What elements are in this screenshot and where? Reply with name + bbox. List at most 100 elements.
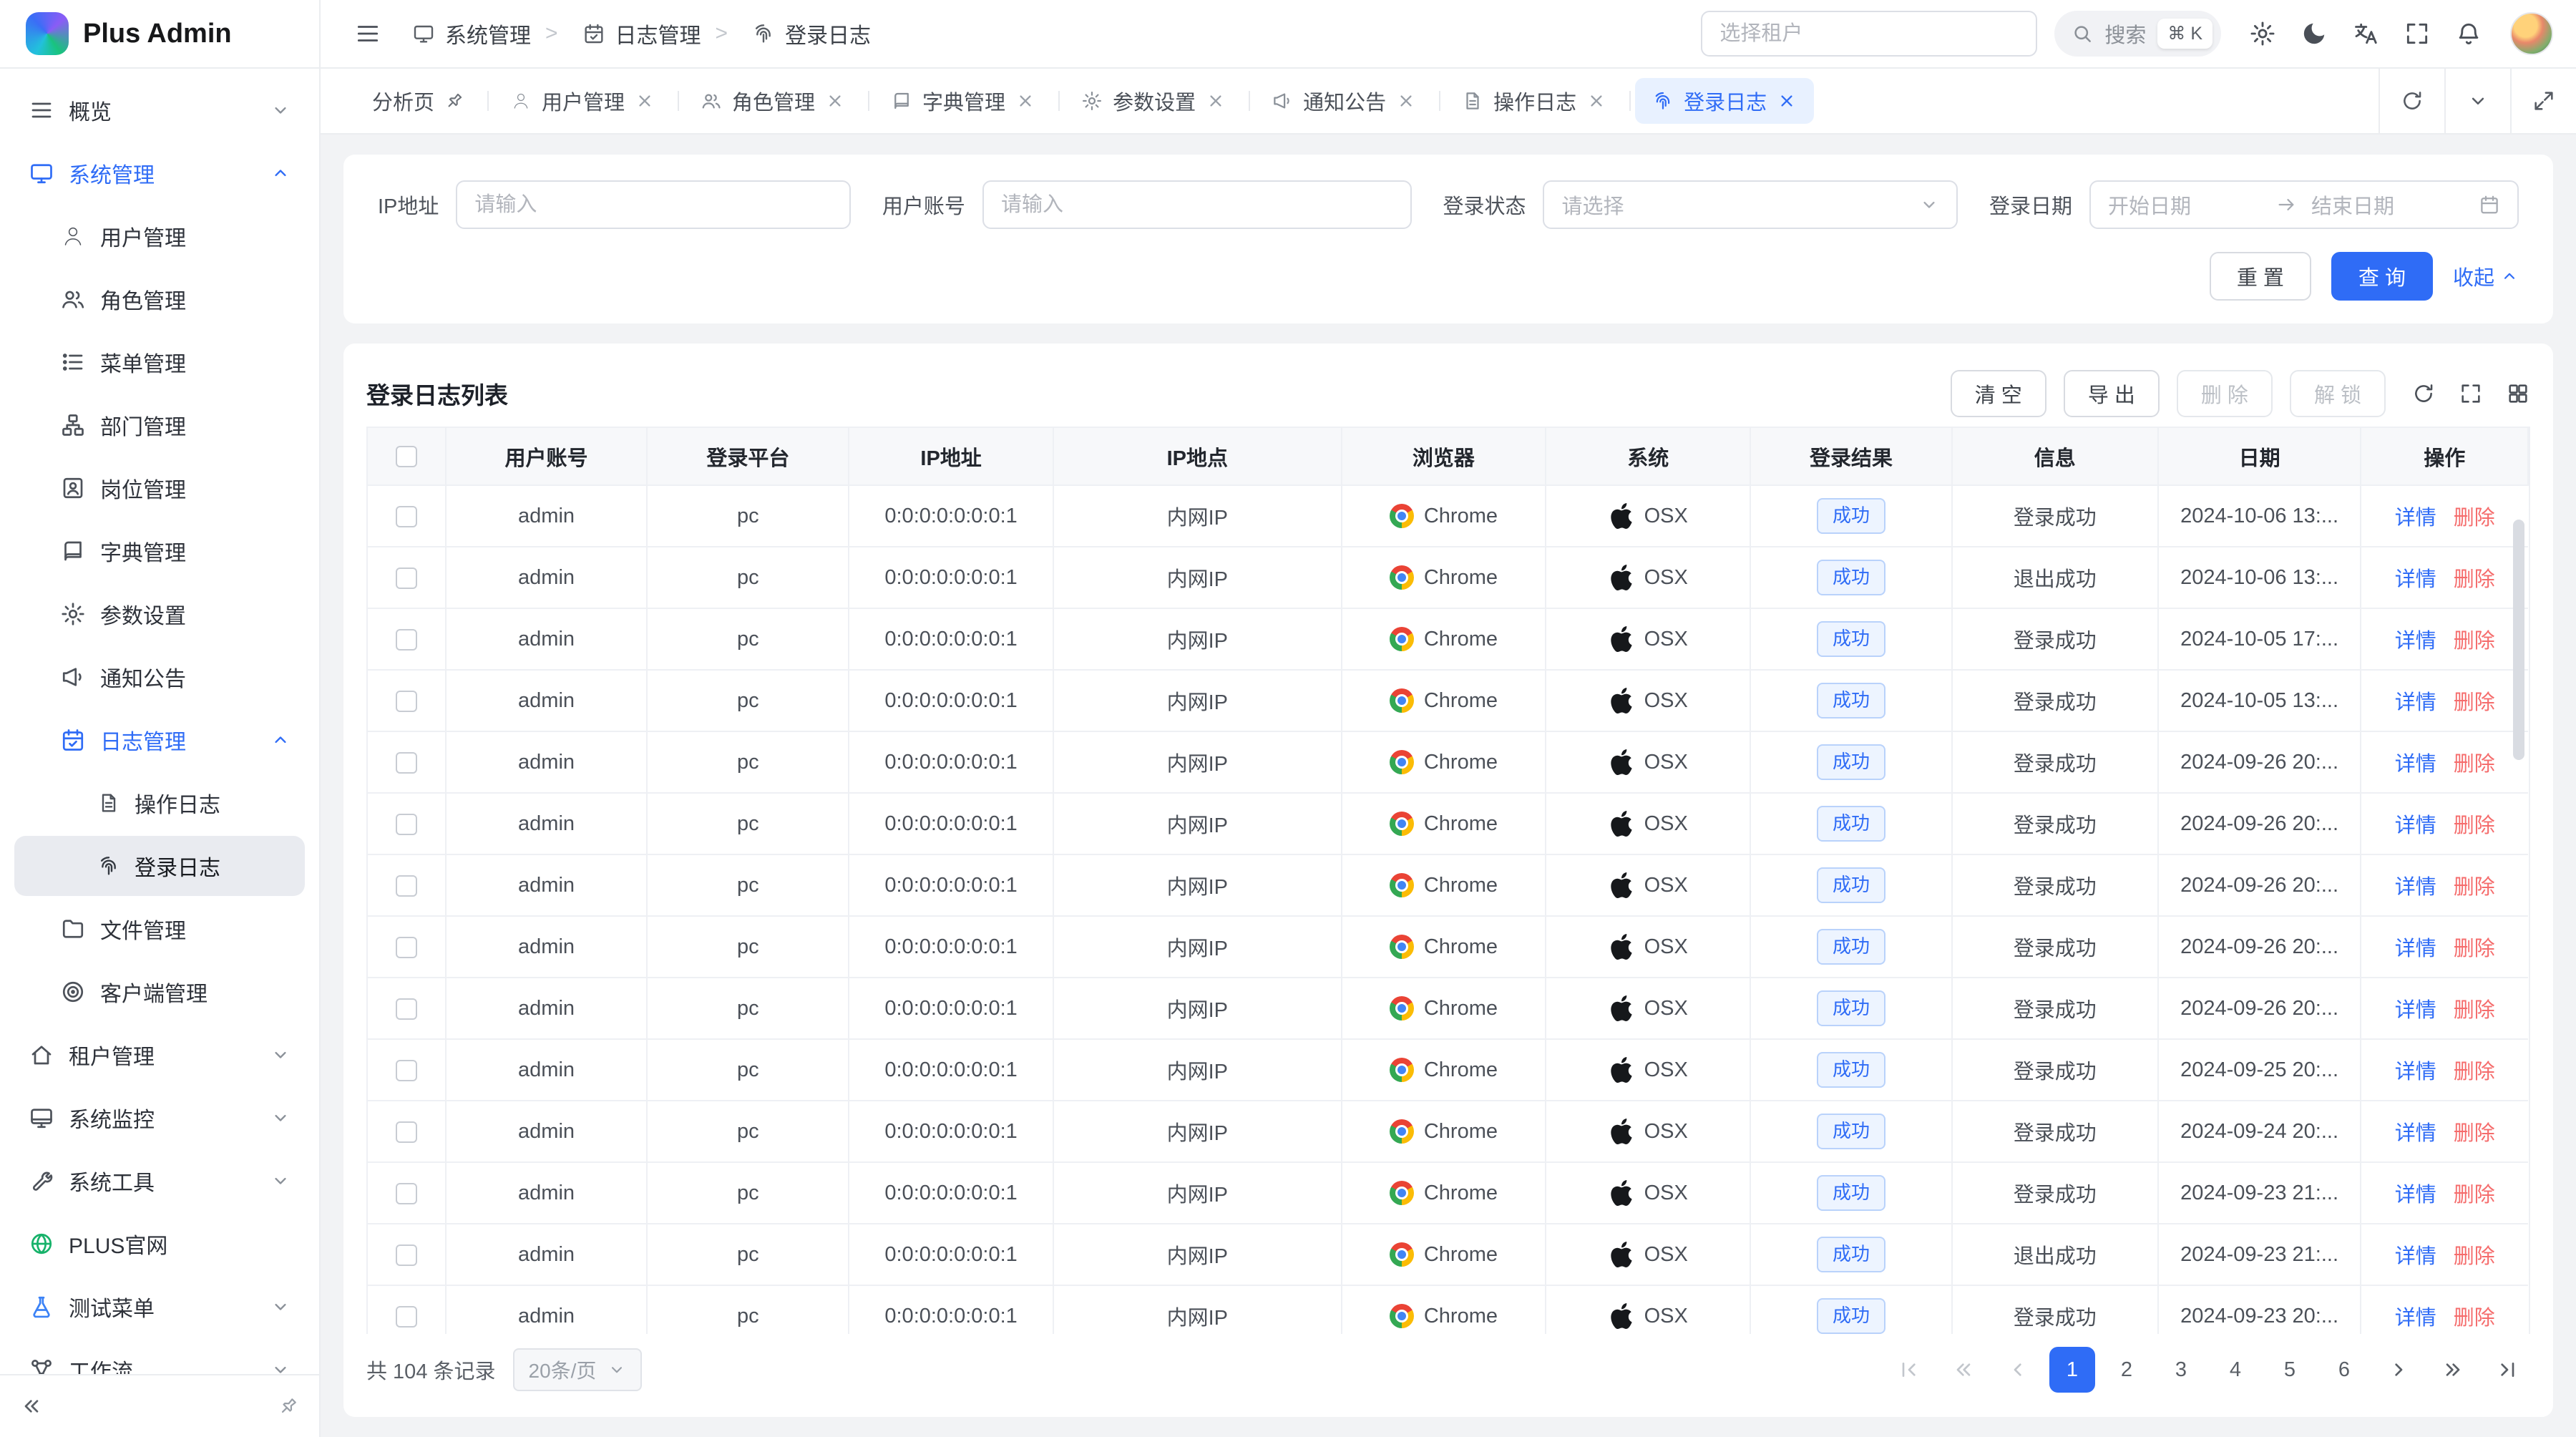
detail-link[interactable]: 详情 (2395, 562, 2436, 593)
delete-link[interactable]: 删除 (2454, 1178, 2495, 1208)
close-icon[interactable] (1586, 91, 1606, 111)
delete-link[interactable]: 删除 (2454, 624, 2495, 654)
close-icon[interactable] (1396, 91, 1416, 111)
row-checkbox[interactable] (396, 1244, 417, 1266)
close-icon[interactable] (1777, 91, 1797, 111)
next-page-button[interactable] (2376, 1347, 2421, 1393)
sidebar-toggle-button[interactable] (343, 9, 392, 58)
close-icon[interactable] (1015, 91, 1035, 111)
row-checkbox[interactable] (396, 937, 417, 958)
user-avatar[interactable] (2510, 12, 2553, 55)
delete-link[interactable]: 删除 (2454, 562, 2495, 593)
next-5-pages-button[interactable] (2430, 1347, 2476, 1393)
close-icon[interactable] (1206, 91, 1226, 111)
tab[interactable]: 用户管理 (493, 78, 672, 124)
sidebar-item[interactable]: 客户端管理 (14, 962, 305, 1022)
delete-link[interactable]: 删除 (2454, 1239, 2495, 1270)
sidebar-item[interactable]: 概览 (14, 80, 305, 140)
sidebar-item[interactable]: 参数设置 (14, 584, 305, 644)
sidebar-item[interactable]: 租户管理 (14, 1025, 305, 1085)
row-checkbox[interactable] (396, 1060, 417, 1081)
tab[interactable]: 通知公告 (1254, 78, 1433, 124)
sidebar-item[interactable]: 操作日志 (14, 773, 305, 833)
delete-link[interactable]: 删除 (2454, 1301, 2495, 1331)
last-page-button[interactable] (2484, 1347, 2530, 1393)
unlock-button[interactable]: 解 锁 (2290, 370, 2386, 417)
row-checkbox[interactable] (396, 1183, 417, 1204)
reset-button[interactable]: 重 置 (2210, 252, 2311, 301)
select-all-checkbox[interactable] (396, 446, 417, 467)
refresh-icon[interactable] (2411, 381, 2436, 406)
sidebar-item[interactable]: 用户管理 (14, 206, 305, 266)
tab[interactable]: 分析页 (355, 78, 482, 124)
export-button[interactable]: 导 出 (2064, 370, 2160, 417)
row-checkbox[interactable] (396, 1306, 417, 1328)
row-checkbox[interactable] (396, 568, 417, 589)
tab[interactable]: 角色管理 (683, 78, 862, 124)
tab[interactable]: 操作日志 (1445, 78, 1624, 124)
detail-link[interactable]: 详情 (2395, 870, 2436, 900)
row-checkbox[interactable] (396, 506, 417, 527)
search-button[interactable]: 查 询 (2331, 252, 2433, 301)
page-button[interactable]: 6 (2321, 1347, 2367, 1393)
detail-link[interactable]: 详情 (2395, 1055, 2436, 1085)
breadcrumb-item[interactable]: > 系统管理 (412, 18, 531, 49)
sidebar-item[interactable]: 通知公告 (14, 647, 305, 707)
fullscreen-icon[interactable] (2459, 381, 2483, 406)
row-checkbox[interactable] (396, 1121, 417, 1143)
column-settings-icon[interactable] (2506, 381, 2530, 406)
sidebar-item[interactable]: 登录日志 (14, 836, 305, 896)
detail-link[interactable]: 详情 (2395, 993, 2436, 1023)
pin-icon[interactable] (273, 1391, 303, 1421)
tab-menu-button[interactable] (2444, 69, 2510, 133)
breadcrumb-item[interactable]: > 日志管理 (531, 18, 701, 49)
prev-5-pages-button[interactable] (1941, 1347, 1986, 1393)
sidebar-item[interactable]: 系统管理 (14, 143, 305, 203)
detail-link[interactable]: 详情 (2395, 686, 2436, 716)
breadcrumb-item[interactable]: > 登录日志 (701, 18, 872, 49)
delete-link[interactable]: 删除 (2454, 747, 2495, 777)
delete-link[interactable]: 删除 (2454, 993, 2495, 1023)
refresh-tab-button[interactable] (2379, 69, 2444, 133)
detail-link[interactable]: 详情 (2395, 1116, 2436, 1146)
global-search[interactable]: 搜索 ⌘ K (2054, 11, 2221, 57)
detail-link[interactable]: 详情 (2395, 1239, 2436, 1270)
sidebar-item[interactable]: 测试菜单 (14, 1277, 305, 1337)
row-checkbox[interactable] (396, 691, 417, 712)
close-icon[interactable] (635, 91, 655, 111)
sidebar-item[interactable]: 字典管理 (14, 521, 305, 581)
language-button[interactable] (2341, 9, 2390, 58)
close-icon[interactable] (825, 91, 845, 111)
delete-link[interactable]: 删除 (2454, 870, 2495, 900)
settings-button[interactable] (2238, 9, 2287, 58)
collapse-filter-link[interactable]: 收起 (2453, 261, 2519, 291)
page-button[interactable]: 4 (2212, 1347, 2258, 1393)
delete-link[interactable]: 删除 (2454, 501, 2495, 531)
page-button[interactable]: 1 (2049, 1347, 2095, 1393)
page-button[interactable]: 3 (2158, 1347, 2204, 1393)
first-page-button[interactable] (1886, 1347, 1932, 1393)
delete-link[interactable]: 删除 (2454, 1055, 2495, 1085)
detail-link[interactable]: 详情 (2395, 932, 2436, 962)
detail-link[interactable]: 详情 (2395, 501, 2436, 531)
prev-page-button[interactable] (1995, 1347, 2041, 1393)
tab[interactable]: 字典管理 (874, 78, 1053, 124)
row-checkbox[interactable] (396, 814, 417, 835)
detail-link[interactable]: 详情 (2395, 1301, 2436, 1331)
detail-link[interactable]: 详情 (2395, 624, 2436, 654)
sidebar-item[interactable]: 工作流 (14, 1340, 305, 1374)
delete-link[interactable]: 删除 (2454, 809, 2495, 839)
sidebar-item[interactable]: 日志管理 (14, 710, 305, 770)
page-button[interactable]: 2 (2104, 1347, 2150, 1393)
detail-link[interactable]: 详情 (2395, 747, 2436, 777)
row-checkbox[interactable] (396, 629, 417, 651)
sidebar-item[interactable]: 岗位管理 (14, 458, 305, 518)
collapse-sidebar-icon[interactable] (20, 1395, 43, 1418)
account-input[interactable] (1001, 193, 1393, 217)
tab[interactable]: 登录日志 (1635, 78, 1814, 124)
detail-link[interactable]: 详情 (2395, 1178, 2436, 1208)
ip-address-input[interactable] (474, 193, 832, 217)
sidebar-item[interactable]: 文件管理 (14, 899, 305, 959)
sidebar-item[interactable]: 部门管理 (14, 395, 305, 455)
dark-mode-toggle[interactable] (2290, 9, 2338, 58)
